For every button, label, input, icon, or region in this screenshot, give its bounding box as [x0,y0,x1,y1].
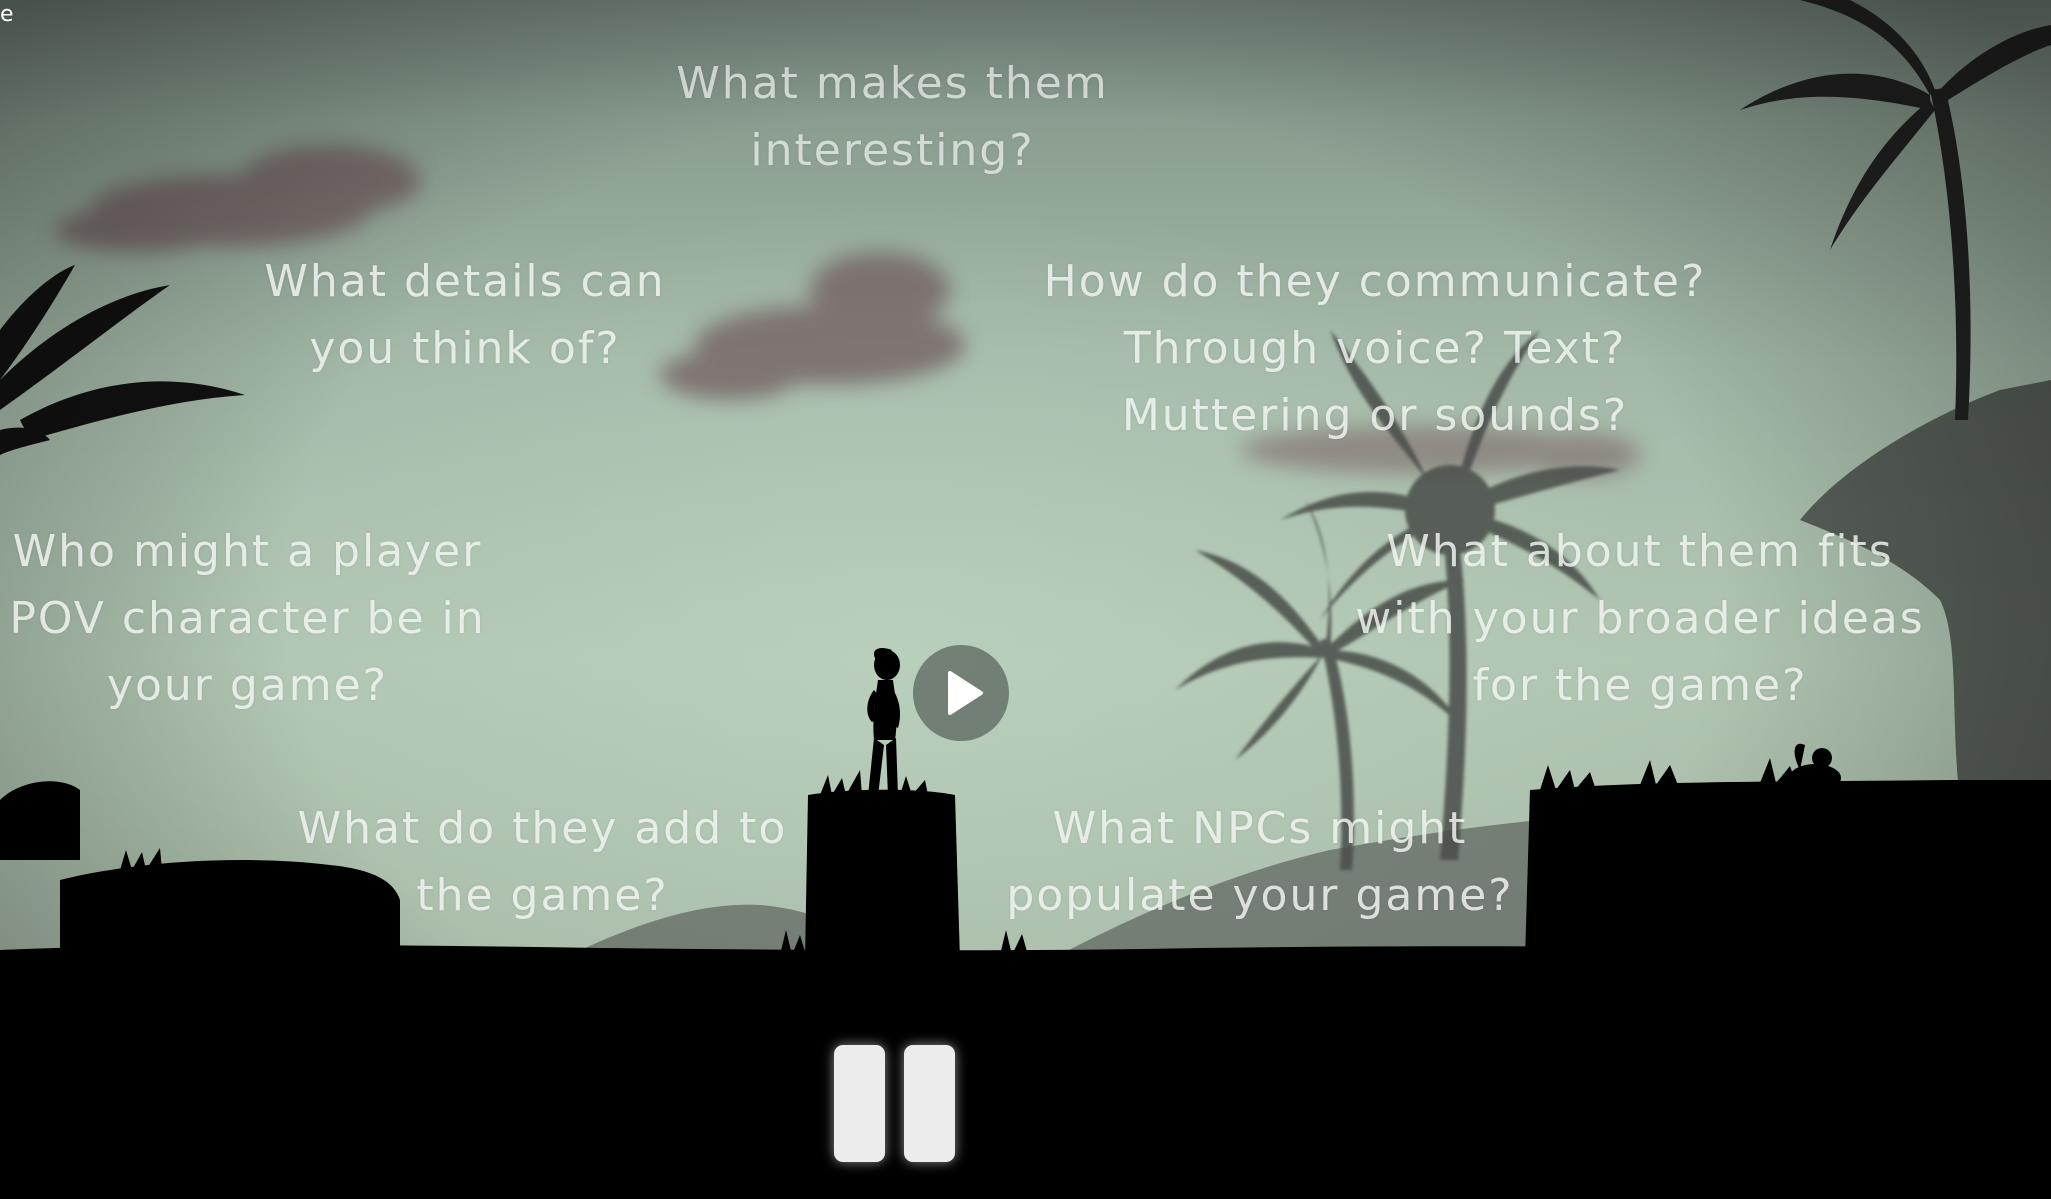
prompt-what-makes-them-interesting: What makes them interesting? [676,58,1109,176]
prompt-what-npcs: What NPCs might populate your game? [1006,803,1514,921]
prompt-how-do-they-communicate: How do they communicate? Through voice? … [1043,256,1707,441]
palm-top-right [1740,0,2051,420]
pause-button[interactable] [834,1045,956,1162]
play-icon [948,671,983,715]
play-button[interactable] [913,645,1009,741]
game-scene: e What makes them interesting? What deta… [0,0,2051,1199]
pause-icon-bar [904,1045,955,1162]
cloud-left [55,145,420,252]
prompt-what-details: What details can you think of? [264,256,666,374]
prompt-what-fits-broader-ideas: What about them fits with your broader i… [1355,526,1925,711]
pause-icon [834,1045,885,1162]
player-character [867,648,901,796]
cloud-middle [660,252,965,400]
window-title-fragment: e [0,2,14,27]
prompt-player-pov-character: Who might a player POV character be in y… [9,526,486,711]
prompt-what-do-they-add: What do they add to the game? [297,803,788,921]
creature-silhouette [1789,743,1841,792]
banana-plant-left [0,265,245,455]
